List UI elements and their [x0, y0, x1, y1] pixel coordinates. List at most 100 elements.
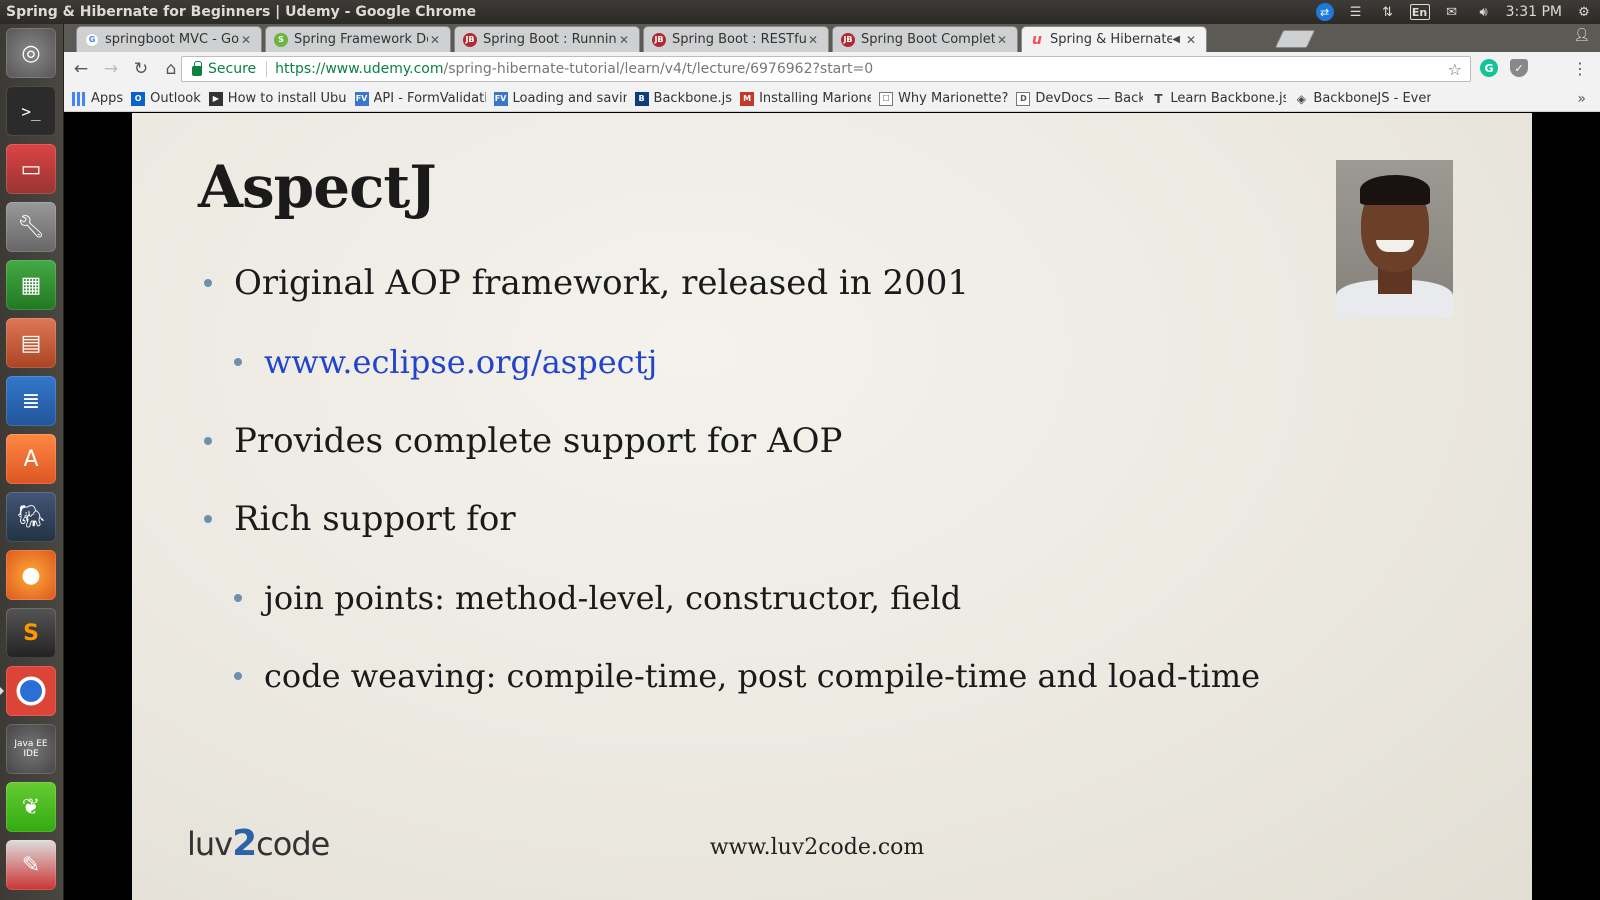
bookmark-label: Installing Marione	[759, 91, 872, 106]
bookmark-apps[interactable]: Apps	[72, 91, 123, 106]
google-favicon-icon: G	[85, 32, 99, 47]
bookmark-learn-backbone[interactable]: T Learn Backbone.js	[1151, 91, 1286, 106]
bookmark-outlook[interactable]: O Outlook	[131, 91, 201, 106]
tab-spring-framework[interactable]: S Spring Framework Do ✕	[265, 26, 451, 52]
menu-icon[interactable]: ⋮	[1572, 59, 1588, 78]
learn-backbone-icon: T	[1154, 91, 1163, 106]
software-center-icon[interactable]: A	[6, 434, 56, 484]
lecture-slide: AspectJ Original AOP framework, released…	[132, 113, 1532, 900]
close-icon[interactable]: ✕	[1184, 33, 1198, 47]
browser-toolbar: ← → ↻ ⌂ Secure https://www.udemy.com /sp…	[64, 52, 1600, 86]
bookmark-star-icon[interactable]: ☆	[1448, 60, 1462, 79]
tab-spring-boot-running[interactable]: JB Spring Boot : Running ✕	[454, 26, 640, 52]
outlook-icon: O	[131, 91, 146, 106]
shield-icon[interactable]: ✓	[1510, 59, 1528, 77]
jb-favicon-icon: JB	[652, 32, 666, 47]
files-icon[interactable]: ▭	[6, 144, 56, 194]
tab-label: Spring Framework Do	[294, 32, 428, 47]
indicator-list-icon[interactable]: ☰	[1346, 3, 1366, 21]
bookmark-devdocs[interactable]: D DevDocs — Backb	[1016, 91, 1143, 106]
bookmark-label: Loading and saving	[512, 91, 627, 106]
close-icon[interactable]: ✕	[428, 33, 442, 47]
secure-label: Secure	[208, 61, 257, 77]
more-bookmarks-chevron-icon[interactable]: »	[1577, 91, 1586, 107]
bookmark-backbone[interactable]: B Backbone.js	[634, 91, 733, 106]
teamviewer-icon[interactable]: ⇄	[1315, 3, 1334, 21]
jb-favicon-icon: JB	[463, 32, 477, 47]
bookmark-label: DevDocs — Backb	[1035, 91, 1144, 106]
spring-tool-suite-icon[interactable]: ❦	[6, 782, 56, 832]
bookmark-installing-marionette[interactable]: M Installing Marione	[740, 91, 871, 106]
apps-grid-icon	[72, 91, 86, 106]
tab-label: Spring Boot : Running	[483, 32, 617, 47]
lock-icon	[192, 61, 202, 76]
grammarly-icon[interactable]: G	[1480, 59, 1498, 77]
user-profile-icon[interactable]: 👤︎	[1573, 28, 1590, 43]
tab-label: Spring Boot : RESTful	[672, 32, 806, 47]
sublime-icon[interactable]: S	[6, 608, 56, 658]
forward-arrow-icon[interactable]: →	[98, 56, 124, 82]
system-tools-icon[interactable]: 🔧︎	[6, 202, 56, 252]
close-icon[interactable]: ✕	[239, 33, 253, 47]
bullet-text: Original AOP framework, released in 2001	[234, 263, 970, 303]
url-path: /spring-hibernate-tutorial/learn/v4/t/le…	[443, 61, 874, 77]
bullet-dot	[234, 672, 242, 680]
bookmark-why-marionette[interactable]: ☐ Why Marionette?	[879, 91, 1008, 106]
ubuntu-dash-icon[interactable]: ◎	[6, 28, 56, 78]
reload-icon[interactable]: ↻	[128, 56, 154, 82]
spring-favicon-icon: S	[274, 32, 288, 47]
bookmark-loading-saving[interactable]: FV Loading and saving	[493, 91, 627, 106]
bookmark-formvalidation-api[interactable]: FV API - FormValidati	[354, 91, 486, 106]
bookmarks-bar: Apps O Outlook ▶ How to install Ubu FV A…	[64, 86, 1600, 112]
firefox-icon[interactable]: ●	[6, 550, 56, 600]
jb-favicon-icon: JB	[841, 32, 855, 47]
eclipse-javaee-icon[interactable]: Java EE IDE	[6, 724, 56, 774]
page-content: AspectJ Original AOP framework, released…	[64, 113, 1600, 900]
volume-icon[interactable]: 🔊︎	[1474, 3, 1494, 21]
website-footer: www.luv2code.com	[709, 835, 925, 860]
bullet-item: join points: method-level, constructor, …	[234, 579, 961, 617]
bookmark-label: How to install Ubu	[227, 91, 347, 106]
tab-spring-boot-complete[interactable]: JB Spring Boot Complete ✕	[832, 26, 1018, 52]
bullet-dot	[204, 437, 212, 445]
back-arrow-icon[interactable]: ←	[68, 56, 94, 82]
network-icon[interactable]: ⇅	[1378, 3, 1398, 21]
bookmark-install-ubuntu[interactable]: ▶ How to install Ubu	[208, 91, 347, 106]
tab-springboot-mvc[interactable]: G springboot MVC - Go ✕	[76, 26, 262, 52]
backbone-icon: B	[634, 91, 649, 106]
new-tab-button[interactable]	[1274, 30, 1316, 48]
udemy-favicon-icon: u	[1032, 31, 1042, 48]
bookmark-label: Apps	[91, 91, 124, 106]
close-icon[interactable]: ✕	[806, 33, 820, 47]
tab-spring-boot-restful[interactable]: JB Spring Boot : RESTful ✕	[643, 26, 829, 52]
separator	[266, 61, 268, 77]
chrome-icon[interactable]	[6, 666, 56, 716]
close-icon[interactable]: ✕	[617, 33, 631, 47]
bullet-dot	[204, 279, 212, 287]
mail-icon[interactable]: ✉	[1442, 3, 1462, 21]
address-bar[interactable]: Secure https://www.udemy.com /spring-hib…	[181, 56, 1471, 82]
editor-icon[interactable]: ✎	[6, 840, 56, 890]
keyboard-layout-indicator[interactable]: En	[1409, 4, 1430, 20]
tab-spring-hibernate[interactable]: u Spring & Hibernate ◀︎ ✕	[1021, 26, 1207, 52]
tab-label: Spring & Hibernate	[1050, 32, 1173, 47]
bookmark-backbonejs-events[interactable]: ◈ BackboneJS - Even	[1294, 91, 1432, 106]
speaker-icon[interactable]: ◀︎	[1172, 34, 1180, 45]
bullet-text: Provides complete support for AOP	[234, 421, 843, 461]
devdocs-icon: D	[1016, 91, 1031, 106]
writer-icon[interactable]: ≣	[6, 376, 56, 426]
bullet-text: join points: method-level, constructor, …	[264, 579, 962, 617]
impress-icon[interactable]: ▤	[6, 318, 56, 368]
close-icon[interactable]: ✕	[995, 33, 1009, 47]
bullet-dot	[234, 358, 242, 366]
eclipse-aspectj-link[interactable]: www.eclipse.org/aspectj	[264, 343, 657, 381]
clock[interactable]: 3:31 PM	[1506, 4, 1562, 20]
bullet-text: code weaving: compile-time, post compile…	[264, 657, 1261, 695]
terminal-icon[interactable]: >_	[6, 86, 56, 136]
system-top-bar: Spring & Hibernate for Beginners | Udemy…	[0, 0, 1600, 24]
calc-icon[interactable]: ▦	[6, 260, 56, 310]
formvalidation-icon: FV	[493, 91, 508, 106]
gear-icon[interactable]: ⚙	[1574, 3, 1594, 21]
postgres-elephant-icon[interactable]: 🐘︎	[6, 492, 56, 542]
bookmark-label: Backbone.js	[653, 91, 733, 106]
